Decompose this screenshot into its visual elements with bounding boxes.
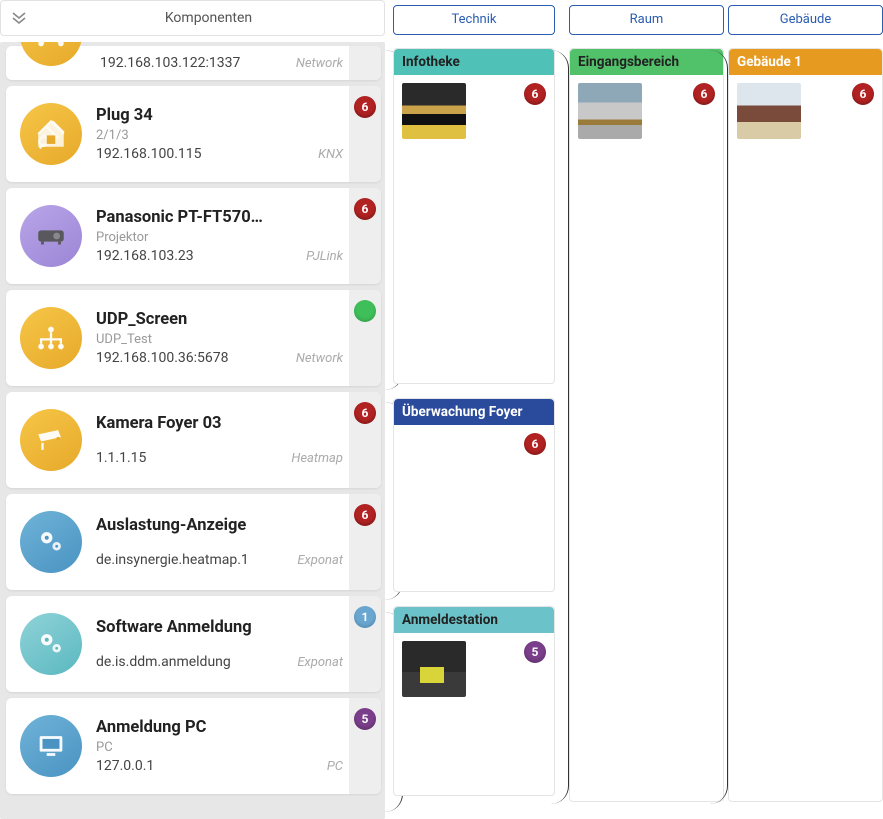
component-subtitle: PC bbox=[96, 740, 345, 755]
zone-title: Eingangsbereich bbox=[570, 49, 723, 75]
component-name: Anmeldung PC bbox=[96, 718, 345, 737]
zone-card-gebaeude1[interactable]: Gebäude 1 6 bbox=[728, 48, 883, 802]
status-badge: 6 bbox=[354, 504, 376, 526]
status-badge bbox=[354, 300, 376, 322]
zone-title: Anmeldestation bbox=[394, 607, 554, 633]
status-badge: 6 bbox=[852, 83, 874, 105]
zone-title: Infotheke bbox=[394, 49, 554, 75]
connector-line bbox=[710, 50, 728, 804]
component-protocol: PC bbox=[327, 759, 345, 774]
zone-thumbnail bbox=[737, 83, 801, 139]
component-address: 192.168.103.122:1337 bbox=[100, 55, 240, 71]
gebaeude-column: Gebäude Gebäude 1 6 bbox=[728, 0, 883, 819]
component-card[interactable]: Plug 34 2/1/3 192.168.100.115 KNX 6 bbox=[6, 86, 381, 182]
component-address: 192.168.100.36:5678 bbox=[96, 350, 229, 366]
network-icon bbox=[20, 42, 82, 66]
status-badge: 6 bbox=[524, 433, 546, 455]
component-name: UDP_Screen bbox=[96, 310, 345, 329]
zone-card-anmeldestation[interactable]: Anmeldestation 5 bbox=[393, 606, 555, 796]
component-subtitle: Projektor bbox=[96, 230, 345, 245]
status-badge: 6 bbox=[524, 83, 546, 105]
components-header: Komponenten bbox=[0, 0, 385, 36]
component-address: 127.0.0.1 bbox=[96, 758, 154, 774]
technik-column: Technik Infotheke 6 Überwachung Foyer 6 … bbox=[393, 0, 555, 819]
gears-icon bbox=[20, 511, 82, 573]
component-card[interactable]: Auslastung-Anzeige de.insynergie.heatmap… bbox=[6, 494, 381, 590]
zone-card-ueberwachung[interactable]: Überwachung Foyer 6 bbox=[393, 398, 555, 592]
component-protocol: Network bbox=[296, 56, 345, 71]
zone-card-eingangsbereich[interactable]: Eingangsbereich 6 bbox=[569, 48, 724, 802]
component-address: de.is.ddm.anmeldung bbox=[96, 654, 231, 670]
component-name: Kamera Foyer 03 bbox=[96, 414, 345, 433]
zone-thumbnail bbox=[402, 83, 466, 139]
component-protocol: KNX bbox=[318, 147, 345, 162]
component-address: de.insynergie.heatmap.1 bbox=[96, 552, 249, 568]
network-icon bbox=[20, 307, 82, 369]
component-address: 1.1.1.15 bbox=[96, 450, 146, 466]
component-protocol: Network bbox=[296, 351, 345, 366]
component-card[interactable]: 192.168.103.122:1337 Network bbox=[6, 46, 381, 80]
zone-thumbnail bbox=[578, 83, 642, 139]
component-protocol: Exponat bbox=[297, 553, 345, 568]
status-badge: 5 bbox=[354, 708, 376, 730]
components-title: Komponenten bbox=[33, 10, 384, 26]
component-card[interactable]: Anmeldung PC PC 127.0.0.1 PC 5 bbox=[6, 698, 381, 794]
gebaeude-tab[interactable]: Gebäude bbox=[728, 5, 883, 35]
zone-title: Überwachung Foyer bbox=[394, 399, 554, 425]
zone-title: Gebäude 1 bbox=[729, 49, 882, 75]
raum-column: Raum Eingangsbereich 6 bbox=[569, 0, 724, 819]
technik-tab[interactable]: Technik bbox=[393, 5, 555, 35]
monitor-icon bbox=[20, 715, 82, 777]
component-card[interactable]: Panasonic PT-FT570… Projektor 192.168.10… bbox=[6, 188, 381, 284]
component-name: Plug 34 bbox=[96, 106, 345, 125]
zone-thumbnail bbox=[402, 641, 466, 697]
component-card[interactable]: Software Anmeldung de.is.ddm.anmeldung E… bbox=[6, 596, 381, 692]
components-column: Komponenten 192.168.103.122:1337 Network bbox=[0, 0, 385, 819]
zone-card-infotheke[interactable]: Infotheke 6 bbox=[393, 48, 555, 384]
chevron-down-double-icon bbox=[11, 10, 27, 26]
component-address: 192.168.100.115 bbox=[96, 146, 202, 162]
collapse-button[interactable] bbox=[5, 4, 33, 32]
camera-icon bbox=[20, 409, 82, 471]
component-name: Panasonic PT-FT570… bbox=[96, 208, 345, 227]
component-card[interactable]: UDP_Screen UDP_Test 192.168.100.36:5678 … bbox=[6, 290, 381, 386]
gears-icon bbox=[20, 613, 82, 675]
plug-icon bbox=[20, 103, 82, 165]
raum-tab[interactable]: Raum bbox=[569, 5, 724, 35]
status-badge: 5 bbox=[524, 641, 546, 663]
status-badge: 6 bbox=[354, 198, 376, 220]
component-card[interactable]: Kamera Foyer 03 1.1.1.15 Heatmap 6 bbox=[6, 392, 381, 488]
component-subtitle: UDP_Test bbox=[96, 332, 345, 347]
status-badge: 1 bbox=[354, 606, 376, 628]
components-list[interactable]: 192.168.103.122:1337 Network Plug 34 2/1… bbox=[0, 42, 385, 819]
status-badge: 6 bbox=[354, 402, 376, 424]
component-name: Auslastung-Anzeige bbox=[96, 516, 345, 535]
projector-icon bbox=[20, 205, 82, 267]
component-protocol: PJLink bbox=[306, 249, 345, 264]
component-name: Software Anmeldung bbox=[96, 618, 345, 637]
component-protocol: Exponat bbox=[297, 655, 345, 670]
component-address: 192.168.103.23 bbox=[96, 248, 194, 264]
component-protocol: Heatmap bbox=[291, 451, 345, 466]
connector-line bbox=[551, 50, 569, 804]
status-badge: 6 bbox=[354, 96, 376, 118]
component-subtitle: 2/1/3 bbox=[96, 128, 345, 143]
